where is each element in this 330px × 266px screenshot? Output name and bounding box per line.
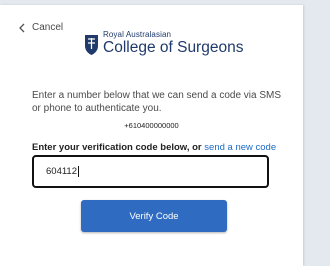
crest-icon: [85, 35, 98, 55]
verification-code-value: 604112: [46, 166, 77, 177]
chevron-left-icon: [19, 23, 25, 32]
logo-subtitle: Royal Australasian: [103, 30, 172, 39]
send-new-code-link[interactable]: send a new code: [204, 142, 276, 153]
code-prompt: Enter your verification code below, or s…: [32, 142, 276, 153]
verify-code-label: Verify Code: [129, 210, 179, 222]
logo-text: Royal Australasian College of Surgeons: [103, 31, 243, 56]
intro-text: Enter a number below that we can send a …: [32, 90, 282, 114]
logo-title: College of Surgeons: [103, 39, 244, 56]
cancel-button[interactable]: Cancel: [18, 22, 63, 33]
prompt-text: Enter your verification code below, or: [32, 142, 202, 153]
text-caret: [78, 166, 79, 177]
verify-code-button[interactable]: Verify Code: [81, 200, 227, 232]
cancel-label: Cancel: [32, 22, 64, 33]
college-logo: Royal Australasian College of Surgeons: [84, 31, 243, 56]
verification-code-input[interactable]: 604112: [32, 155, 269, 188]
verification-card: Cancel Royal Australasian College of Sur…: [0, 5, 303, 266]
phone-number: +610400000000: [124, 121, 179, 130]
